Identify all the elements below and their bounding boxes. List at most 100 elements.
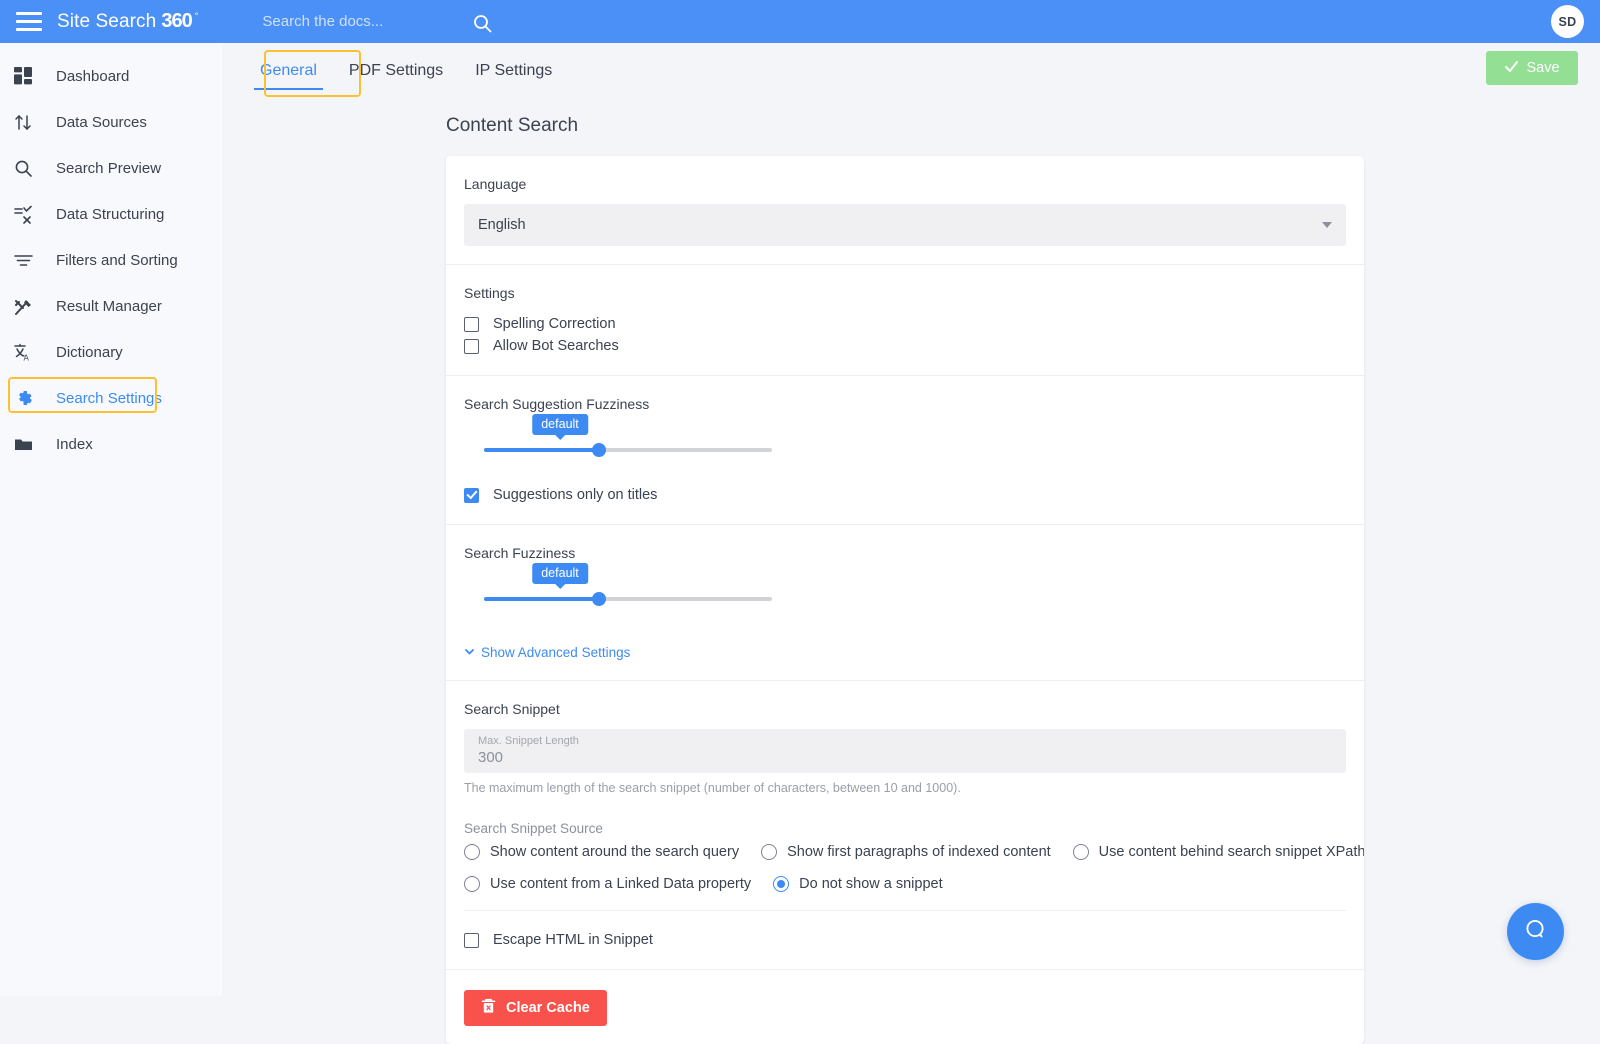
- tab-general[interactable]: General: [244, 48, 333, 92]
- radio-show-first-paragraphs[interactable]: Show first paragraphs of indexed content: [761, 844, 1051, 860]
- save-button[interactable]: Save: [1486, 51, 1578, 85]
- search-fuzziness-section: Search Fuzziness default Show Advanced S…: [446, 524, 1364, 680]
- chat-bubble-icon: [1522, 916, 1549, 948]
- search-icon: [14, 156, 44, 180]
- language-section: Language English: [446, 156, 1364, 264]
- sidebar-item-index[interactable]: Index: [0, 421, 222, 467]
- divider: [464, 910, 1346, 911]
- svg-text:A: A: [24, 353, 30, 362]
- suggestion-fuzziness-slider[interactable]: default: [464, 414, 1346, 472]
- sidebar-item-dashboard[interactable]: Dashboard: [0, 53, 222, 99]
- max-snippet-length-helper: The maximum length of the search snippet…: [464, 781, 961, 795]
- sidebar-item-data-structuring[interactable]: Data Structuring: [0, 191, 222, 237]
- gear-icon: [14, 386, 44, 410]
- checkbox-escape-html-in-snippet[interactable]: Escape HTML in Snippet: [464, 929, 1346, 951]
- radio-do-not-show-snippet[interactable]: Do not show a snippet: [773, 876, 943, 892]
- settings-label: Settings: [464, 285, 515, 301]
- chevron-down-icon: [464, 645, 475, 660]
- sidebar-item-label: Dictionary: [56, 343, 123, 361]
- radio-show-content-around-query[interactable]: Show content around the search query: [464, 844, 739, 860]
- slider-fill: [484, 597, 600, 601]
- language-label: Language: [464, 176, 527, 192]
- sidebar-item-label: Search Settings: [56, 389, 162, 407]
- checkbox-icon[interactable]: [464, 338, 479, 354]
- app-logo[interactable]: Site Search 360 °: [57, 10, 200, 33]
- radio-icon[interactable]: [1072, 844, 1089, 860]
- radio-icon[interactable]: [761, 844, 778, 860]
- sidebar-item-label: Data Structuring: [56, 205, 165, 223]
- top-bar: Site Search 360 ° Search the docs... SD: [0, 0, 1600, 43]
- page-title: Content Search: [446, 115, 579, 136]
- clear-cache-button[interactable]: Clear Cache: [464, 990, 607, 1026]
- clear-cache-section: Clear Cache: [446, 969, 1364, 1044]
- sidebar-item-label: Data Sources: [56, 113, 147, 131]
- checkbox-allow-bot-searches[interactable]: Allow Bot Searches: [464, 335, 1346, 357]
- sidebar-item-label: Index: [56, 435, 93, 453]
- radio-use-linked-data-property[interactable]: Use content from a Linked Data property: [464, 876, 751, 892]
- language-select[interactable]: English: [464, 204, 1346, 246]
- content-search-card: Language English Settings Spelling Corre…: [446, 156, 1364, 1044]
- sidebar-item-dictionary[interactable]: A Dictionary: [0, 329, 222, 375]
- radio-icon[interactable]: [773, 876, 790, 892]
- radio-icon[interactable]: [464, 876, 480, 892]
- global-search-placeholder: Search the docs...: [262, 13, 384, 30]
- sidebar-item-filters-and-sorting[interactable]: Filters and Sorting: [0, 237, 222, 283]
- sidebar-item-data-sources[interactable]: Data Sources: [0, 99, 222, 145]
- checkbox-icon[interactable]: [464, 316, 479, 332]
- sidebar-item-label: Dashboard: [56, 67, 130, 85]
- filter-icon: [14, 248, 44, 272]
- checkbox-icon[interactable]: [464, 932, 479, 948]
- max-snippet-length-field-label: Max. Snippet Length: [478, 735, 579, 747]
- sidebar-item-search-preview[interactable]: Search Preview: [0, 145, 222, 191]
- tools-icon: [14, 294, 44, 318]
- suggestion-fuzziness-section: Search Suggestion Fuzziness default Sugg…: [446, 375, 1364, 524]
- sidebar-item-label: Search Preview: [56, 159, 162, 177]
- checkbox-icon[interactable]: [464, 487, 479, 503]
- radio-use-content-behind-xpath[interactable]: Use content behind search snippet XPath: [1072, 844, 1364, 860]
- tab-ip-settings[interactable]: IP Settings: [459, 48, 568, 92]
- brand-360: 360: [161, 10, 192, 32]
- global-search[interactable]: Search the docs...: [262, 13, 492, 33]
- slider-thumb[interactable]: [592, 592, 607, 606]
- radio-icon[interactable]: [464, 844, 480, 860]
- slider-thumb[interactable]: [592, 443, 607, 457]
- search-fuzziness-slider[interactable]: default: [464, 563, 1346, 621]
- clear-cache-label: Clear Cache: [506, 1000, 590, 1016]
- trash-x-icon: [481, 998, 496, 1018]
- checkbox-spelling-correction[interactable]: Spelling Correction: [464, 313, 1346, 335]
- show-advanced-settings-label: Show Advanced Settings: [481, 645, 631, 660]
- data-sources-icon: [14, 110, 44, 134]
- max-snippet-length-input[interactable]: Max. Snippet Length 300: [464, 729, 1346, 773]
- translate-icon: A: [14, 340, 44, 364]
- search-fuzziness-label: Search Fuzziness: [464, 545, 576, 561]
- search-icon[interactable]: [473, 14, 492, 38]
- slider-track[interactable]: [484, 443, 772, 457]
- snippet-source-row-1: Show content around the search query Sho…: [464, 844, 1364, 860]
- tab-bar: General PDF Settings IP Settings: [244, 48, 568, 97]
- avatar[interactable]: SD: [1551, 5, 1584, 38]
- tab-pdf-settings[interactable]: PDF Settings: [333, 48, 459, 92]
- max-snippet-length-value: 300: [478, 749, 504, 766]
- show-advanced-settings-link[interactable]: Show Advanced Settings: [464, 645, 630, 660]
- sidebar-item-search-settings[interactable]: Search Settings: [0, 375, 222, 421]
- radio-label: Show content around the search query: [490, 844, 740, 860]
- checkbox-label: Spelling Correction: [493, 316, 616, 332]
- suggestion-fuzziness-badge: default: [532, 414, 588, 435]
- radio-label: Do not show a snippet: [799, 876, 943, 892]
- checkbox-suggestions-only-on-titles[interactable]: Suggestions only on titles: [464, 484, 1346, 506]
- slider-track[interactable]: [484, 592, 772, 606]
- data-structuring-icon: [14, 202, 44, 226]
- check-icon: [1504, 59, 1519, 78]
- radio-label: Use content behind search snippet XPath: [1098, 844, 1364, 860]
- sidebar-item-label: Result Manager: [56, 297, 162, 315]
- brand-degree: °: [194, 10, 199, 21]
- sidebar-item-result-manager[interactable]: Result Manager: [0, 283, 222, 329]
- settings-section: Settings Spelling Correction Allow Bot S…: [446, 264, 1364, 375]
- save-button-label: Save: [1526, 60, 1560, 76]
- slider-fill: [484, 448, 600, 452]
- snippet-source-label: Search Snippet Source: [464, 821, 603, 836]
- snippet-source-row-2: Use content from a Linked Data property …: [464, 876, 1346, 892]
- search-snippet-label: Search Snippet: [464, 701, 560, 717]
- help-bubble-button[interactable]: [1507, 903, 1564, 960]
- hamburger-menu-icon[interactable]: [16, 12, 42, 31]
